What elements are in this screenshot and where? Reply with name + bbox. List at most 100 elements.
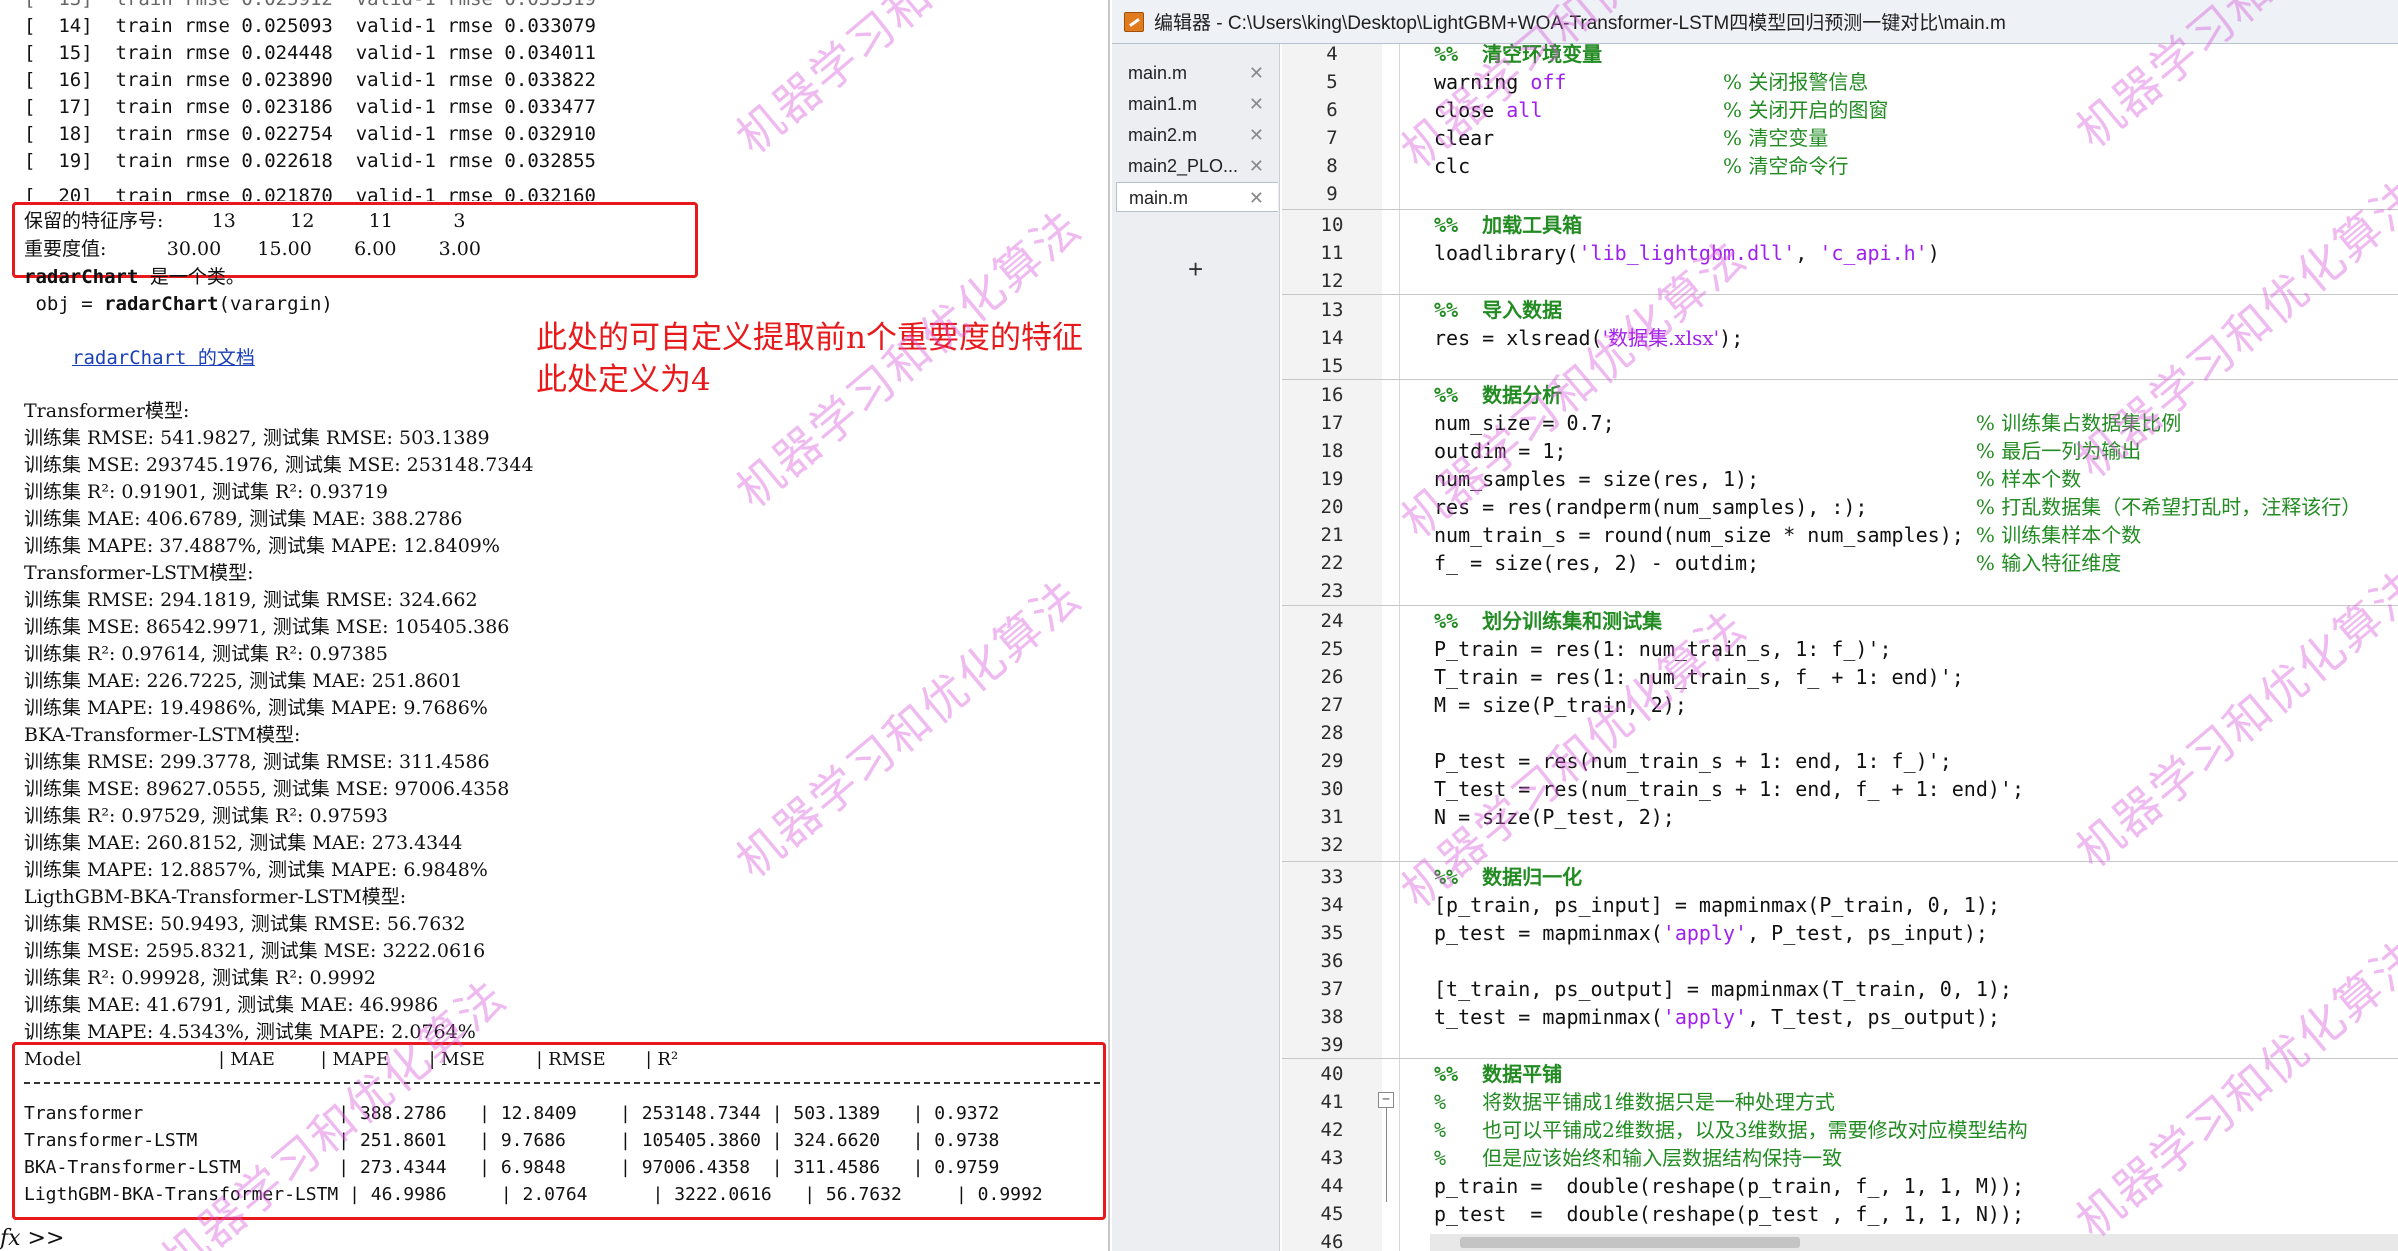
scrollbar-thumb[interactable] [1460, 1237, 1800, 1248]
command-window[interactable]: [ 13] train rmse 0.025912 valid-1 rmse 0… [0, 0, 1110, 1251]
file-tab-main2-plo[interactable]: main2_PLO... ✕ [1116, 151, 1278, 181]
metrics-line: 训练集 RMSE: 299.3778, 测试集 RMSE: 311.4586 [24, 751, 490, 773]
section-marker: %% [1434, 213, 1483, 237]
code-text: num_samples = size(res, 1); [1434, 467, 1760, 491]
cell-divider [1282, 209, 2398, 210]
line-number: 18 [1320, 440, 1344, 462]
file-tab-main2[interactable]: main2.m ✕ [1116, 120, 1278, 150]
metrics-line: 训练集 RMSE: 50.9493, 测试集 RMSE: 56.7632 [24, 913, 466, 935]
editor-title: 编辑器 - C:\Users\king\Desktop\LightGBM+WOA… [1154, 13, 2006, 34]
code-text: p_test = mapminmax( [1434, 921, 1663, 945]
code-comment: % 清空变量 [1723, 126, 1829, 150]
code-pad [1566, 439, 1975, 463]
line-number: 37 [1320, 978, 1344, 1000]
code-comment: % [1434, 1090, 1483, 1114]
code-pad [1759, 467, 1976, 491]
metrics-line: Transformer-LSTM模型: [24, 562, 254, 584]
line-number: 23 [1320, 580, 1344, 602]
metrics-line: 训练集 MAPE: 12.8857%, 测试集 MAPE: 6.9848% [24, 859, 488, 881]
cell-divider [1282, 1058, 2398, 1059]
metrics-line: 训练集 MSE: 2595.8321, 测试集 MSE: 3222.0616 [24, 940, 486, 962]
close-icon[interactable]: ✕ [1249, 120, 1264, 150]
section-title: 划分训练集和测试集 [1482, 609, 1663, 633]
train-log-line: [ 20] train rmse 0.021870 valid-1 rmse 0… [24, 185, 596, 201]
section-marker: %% [1434, 298, 1483, 322]
code-keyword: off [1530, 70, 1567, 94]
file-tab-main1[interactable]: main1.m ✕ [1116, 89, 1278, 119]
code-line-16: %% 数据分析 [1434, 381, 1562, 409]
code-pad [1759, 551, 1976, 575]
code-line-20: res = res(randperm(num_samples), :); % 打… [1434, 493, 2361, 521]
tab-label: main1.m [1128, 94, 1198, 114]
train-log-line: [ 17] train rmse 0.023186 valid-1 rmse 0… [24, 96, 596, 118]
code-text: num_train_s = round(num_size * num_sampl… [1434, 523, 1964, 547]
section-title: 导入数据 [1482, 298, 1563, 322]
code-line-11: loadlibrary('lib_lightgbm.dll', 'c_api.h… [1434, 239, 1940, 267]
line-number: 17 [1320, 412, 1344, 434]
horizontal-scrollbar[interactable] [1430, 1234, 2398, 1251]
editor-titlebar[interactable]: 编辑器 - C:\Users\king\Desktop\LightGBM+WOA… [1112, 0, 2398, 44]
metrics-line: 训练集 MAE: 41.6791, 测试集 MAE: 46.9986 [24, 994, 439, 1016]
command-prompt[interactable]: fx >> [0, 1226, 64, 1251]
close-icon[interactable]: ✕ [1249, 151, 1264, 181]
close-icon[interactable]: ✕ [1249, 89, 1264, 119]
close-icon[interactable]: ✕ [1249, 183, 1264, 213]
section-title: 数据归一化 [1482, 865, 1583, 889]
section-title: 数据分析 [1482, 383, 1563, 407]
radar-doc-link[interactable]: radarChart 的文档 [72, 347, 255, 369]
file-tab-main-active[interactable]: main.m ✕ [1116, 182, 1278, 212]
line-number: 20 [1320, 496, 1344, 518]
code-comment: % 样本个数 [1975, 467, 2082, 491]
metrics-line: 训练集 RMSE: 294.1819, 测试集 RMSE: 324.662 [24, 589, 478, 611]
code-string: 'apply' [1662, 1005, 1748, 1029]
radar-syntax-line: obj = radarChart(varargin) [24, 291, 332, 318]
code-text: res = res(randperm(num_samples), :); [1434, 495, 1868, 519]
code-line-30: T_test = res(num_train_s + 1: end, f_ + … [1434, 777, 2025, 801]
code-text: f_ = size(res, 2) - outdim; [1434, 551, 1760, 575]
code-line-10: %% 加载工具箱 [1434, 211, 1582, 239]
train-log-line: [ 18] train rmse 0.022754 valid-1 rmse 0… [24, 123, 596, 145]
code-pad [1964, 523, 1976, 547]
code-line-25: P_train = res(1: num_train_s, 1: f_)'; [1434, 637, 1892, 661]
metrics-line: 训练集 R²: 0.91901, 测试集 R²: 0.93719 [24, 481, 389, 503]
code-keyword: all [1506, 98, 1543, 122]
code-line-4: %% 清空环境变量 [1434, 40, 1602, 68]
code-string: 'apply' [1662, 921, 1748, 945]
code-text: outdim = 1; [1434, 439, 1567, 463]
code-comment: % [1434, 1118, 1483, 1142]
line-number: 25 [1320, 638, 1344, 660]
line-number: 14 [1320, 327, 1344, 349]
code-comment: 将数据平铺成1维数据只是一种处理方式 [1482, 1090, 1835, 1114]
code-pad [1566, 70, 1723, 94]
line-number: 46 [1320, 1231, 1344, 1251]
radar-class-line: radarChart 是一个类。 [24, 264, 245, 291]
line-number: 45 [1320, 1203, 1344, 1225]
code-text: num_size = 0.7; [1434, 411, 1615, 435]
cell-divider [1282, 605, 2398, 606]
code-text: , [1795, 241, 1820, 265]
code-comment: % 最后一列为输出 [1975, 439, 2142, 463]
add-tab-icon[interactable]: + [1188, 254, 1203, 285]
file-tab-strip: main.m ✕ main1.m ✕ main2.m ✕ main2_PLO... ✕ … [1112, 44, 1280, 1251]
line-number: 31 [1320, 806, 1344, 828]
line-number: 41 [1320, 1091, 1344, 1113]
code-comment: % 清空命令行 [1723, 154, 1849, 178]
file-tab-main[interactable]: main.m ✕ [1116, 58, 1278, 88]
section-marker: %% [1434, 42, 1483, 66]
metrics-line: Transformer模型: [24, 400, 190, 422]
section-title: 数据平铺 [1482, 1062, 1563, 1086]
cell-divider [1282, 294, 2398, 295]
code-text: t_test = mapminmax( [1434, 1005, 1663, 1029]
code-line-13: %% 导入数据 [1434, 296, 1562, 324]
code-line-29: P_test = res(num_train_s + 1: end, 1: f_… [1434, 749, 1952, 773]
code-comment: % 关闭报警信息 [1723, 70, 1869, 94]
close-icon[interactable]: ✕ [1249, 58, 1264, 88]
code-line-6: close all % 关闭开启的图窗 [1434, 96, 1888, 124]
line-number: 11 [1320, 242, 1344, 264]
code-pad [1867, 495, 1975, 519]
line-number: 9 [1326, 183, 1338, 205]
code-line-41: % 将数据平铺成1维数据只是一种处理方式 [1434, 1088, 1835, 1116]
code-line-38: t_test = mapminmax('apply', T_test, ps_o… [1434, 1003, 2000, 1031]
fold-toggle-icon[interactable]: − [1378, 1092, 1394, 1108]
train-log-line-clipped: [ 13] train rmse 0.025912 valid-1 rmse 0… [24, 0, 596, 13]
